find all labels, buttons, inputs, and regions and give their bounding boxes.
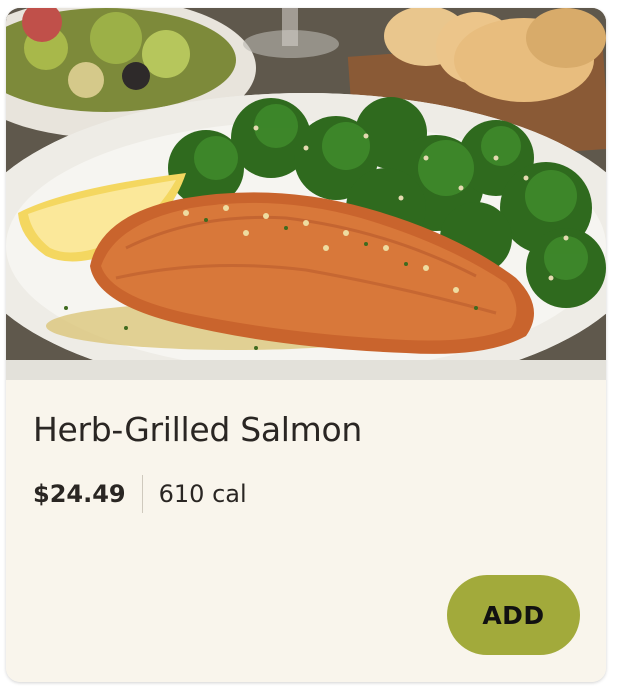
menu-item-price: $24.49 (33, 480, 126, 508)
add-button[interactable]: ADD (447, 575, 580, 655)
salmon-plate-image (6, 8, 606, 380)
menu-item-meta: $24.49 610 cal (33, 474, 247, 514)
menu-item-title: Herb-Grilled Salmon (33, 410, 363, 449)
meta-divider (141, 475, 143, 513)
menu-item-calories: 610 cal (158, 480, 247, 508)
menu-item-card[interactable]: Herb-Grilled Salmon $24.49 610 cal ADD (6, 8, 606, 682)
menu-item-photo[interactable] (6, 8, 606, 380)
menu-item-details: Herb-Grilled Salmon $24.49 610 cal ADD (6, 380, 606, 682)
